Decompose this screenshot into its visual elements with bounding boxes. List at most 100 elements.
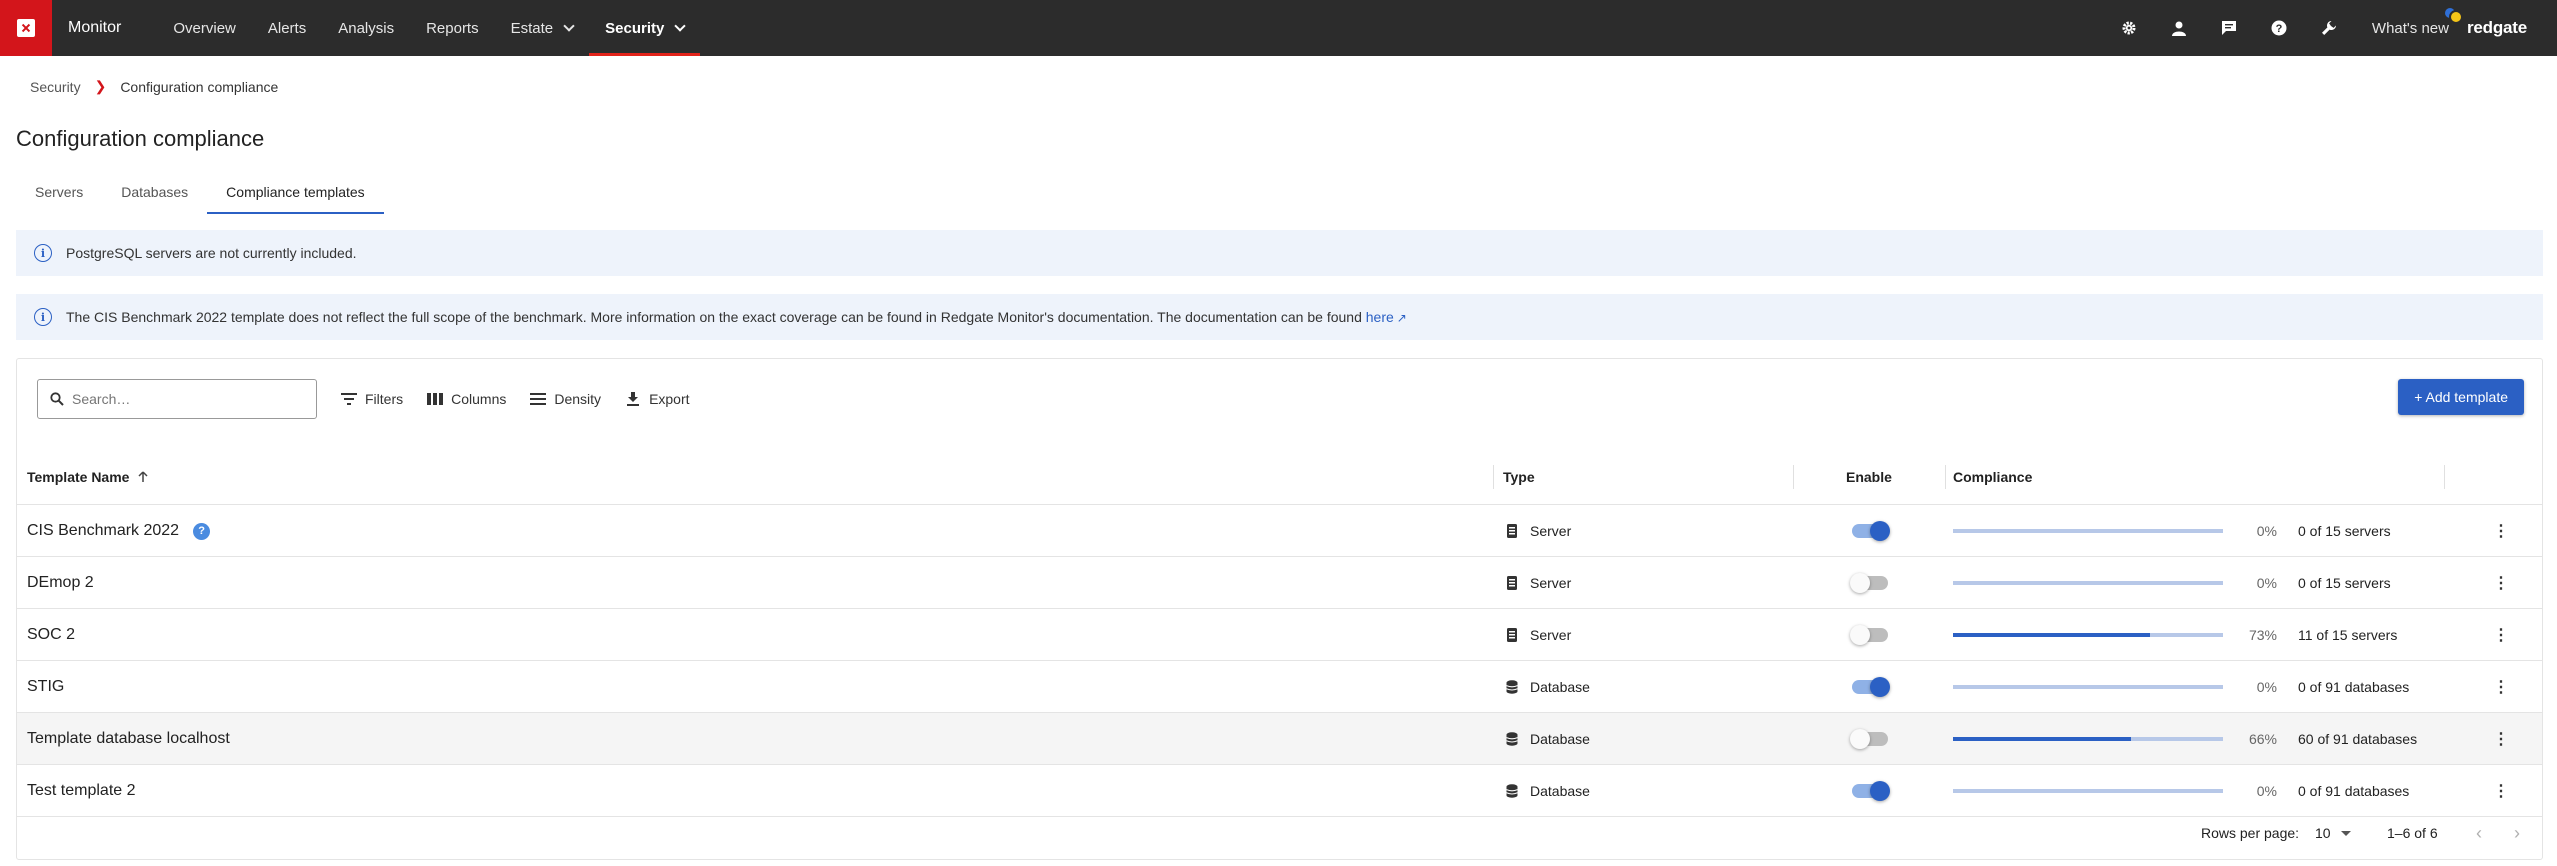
enable-toggle[interactable] bbox=[1850, 573, 1888, 593]
tab-compliance-templates[interactable]: Compliance templates bbox=[207, 172, 384, 214]
chat-icon[interactable] bbox=[2204, 0, 2254, 56]
compliance-progress-bar bbox=[1953, 737, 2223, 741]
column-separator[interactable] bbox=[1793, 465, 1794, 489]
type-cell: Server bbox=[1506, 557, 1571, 609]
row-actions-menu-icon[interactable]: ⋮ bbox=[2493, 557, 2509, 609]
user-icon[interactable] bbox=[2154, 0, 2204, 56]
compliance-progress-bar bbox=[1953, 581, 2223, 585]
template-name[interactable]: Test template 2 bbox=[27, 782, 136, 800]
info-icon: i bbox=[34, 308, 52, 326]
previous-page-icon[interactable]: ‹ bbox=[2476, 807, 2482, 859]
toggle-knob bbox=[1870, 677, 1890, 697]
template-name[interactable]: Template database localhost bbox=[27, 730, 230, 748]
columns-button[interactable]: Columns bbox=[427, 391, 506, 407]
tab-bar: Servers Databases Compliance templates bbox=[16, 172, 384, 214]
add-template-button[interactable]: + Add template bbox=[2398, 379, 2524, 415]
enable-cell bbox=[1850, 713, 1888, 765]
table-row[interactable]: DEmop 2 Server 0% 0 of 15 servers ⋮ bbox=[17, 557, 2542, 609]
postgres-alert-text: PostgreSQL servers are not currently inc… bbox=[66, 245, 357, 261]
type-label: Database bbox=[1530, 731, 1590, 747]
database-icon bbox=[1506, 680, 1518, 694]
enable-toggle[interactable] bbox=[1850, 729, 1888, 749]
density-button[interactable]: Density bbox=[530, 391, 601, 407]
breadcrumb-security[interactable]: Security bbox=[30, 79, 81, 95]
row-actions-menu-icon[interactable]: ⋮ bbox=[2493, 713, 2509, 765]
enable-toggle[interactable] bbox=[1850, 625, 1888, 645]
nav-overview[interactable]: Overview bbox=[157, 0, 252, 56]
search-input[interactable] bbox=[72, 391, 292, 407]
row-actions-menu-icon[interactable]: ⋮ bbox=[2493, 505, 2509, 557]
sort-ascending-icon[interactable] bbox=[137, 471, 149, 483]
compliance-progress-fill bbox=[1953, 737, 2132, 741]
type-label: Server bbox=[1530, 523, 1572, 539]
nav-estate[interactable]: Estate bbox=[495, 0, 590, 56]
nav-reports[interactable]: Reports bbox=[410, 0, 495, 56]
column-separator[interactable] bbox=[1493, 465, 1494, 489]
cis-alert-text: The CIS Benchmark 2022 template does not… bbox=[66, 309, 1407, 325]
export-button[interactable]: Export bbox=[625, 391, 690, 407]
search-icon bbox=[50, 392, 64, 406]
cis-alert-body: The CIS Benchmark 2022 template does not… bbox=[66, 309, 1366, 325]
table-row[interactable]: CIS Benchmark 2022? Server 0% 0 of 15 serve… bbox=[17, 505, 2542, 557]
type-cell: Database bbox=[1506, 713, 1590, 765]
header-type[interactable]: Type bbox=[1503, 449, 1535, 505]
nav-alerts[interactable]: Alerts bbox=[252, 0, 322, 56]
table-row[interactable]: Template database localhost Database 66% 60… bbox=[17, 713, 2542, 765]
nav-estate-label: Estate bbox=[510, 19, 554, 37]
table-row[interactable]: SOC 2 Server 73% 11 of 15 servers ⋮ bbox=[17, 609, 2542, 661]
next-page-icon[interactable]: › bbox=[2514, 807, 2520, 859]
template-name-cell: DEmop 2 bbox=[27, 557, 94, 609]
export-label: Export bbox=[649, 391, 690, 407]
database-icon bbox=[1506, 784, 1518, 798]
template-name[interactable]: CIS Benchmark 2022 bbox=[27, 522, 179, 540]
column-separator[interactable] bbox=[2444, 465, 2445, 489]
whats-new-link[interactable]: What's new bbox=[2372, 7, 2463, 37]
template-name[interactable]: STIG bbox=[27, 678, 64, 696]
template-name[interactable]: DEmop 2 bbox=[27, 574, 94, 592]
help-icon[interactable]: ? bbox=[193, 522, 211, 540]
type-cell: Database bbox=[1506, 661, 1590, 713]
search-box[interactable] bbox=[37, 379, 317, 419]
server-icon bbox=[1506, 576, 1518, 590]
header-template-name[interactable]: Template Name bbox=[27, 449, 149, 505]
top-nav-bar: Monitor Overview Alerts Analysis Reports… bbox=[0, 0, 2557, 56]
gear-icon[interactable] bbox=[2104, 0, 2154, 56]
column-separator[interactable] bbox=[1945, 465, 1946, 489]
help-icon[interactable]: ? bbox=[2254, 0, 2304, 56]
row-actions-menu-icon[interactable]: ⋮ bbox=[2493, 609, 2509, 661]
documentation-link[interactable]: here bbox=[1366, 309, 1394, 325]
tab-databases[interactable]: Databases bbox=[102, 172, 207, 212]
wrench-icon[interactable] bbox=[2304, 0, 2354, 56]
template-name-cell: Template database localhost bbox=[27, 713, 230, 765]
template-name[interactable]: SOC 2 bbox=[27, 626, 75, 644]
toggle-knob bbox=[1850, 625, 1870, 645]
external-link-icon[interactable]: ↗ bbox=[1397, 311, 1407, 325]
template-name-cell: SOC 2 bbox=[27, 609, 75, 661]
app-name[interactable]: Monitor bbox=[68, 19, 121, 37]
columns-label: Columns bbox=[451, 391, 507, 407]
compliance-percent: 0% bbox=[2256, 575, 2277, 591]
enable-cell bbox=[1852, 661, 1890, 713]
header-enable[interactable]: Enable bbox=[1846, 449, 1892, 505]
enable-cell bbox=[1850, 609, 1888, 661]
enable-toggle[interactable] bbox=[1852, 521, 1890, 541]
table-row[interactable]: STIG Database 0% 0 of 91 databases ⋮ bbox=[17, 661, 2542, 713]
server-icon bbox=[1506, 524, 1518, 538]
redgate-logo-icon[interactable] bbox=[0, 0, 52, 56]
info-icon: i bbox=[34, 244, 52, 262]
nav-security[interactable]: Security bbox=[589, 0, 701, 56]
row-actions-menu-icon[interactable]: ⋮ bbox=[2493, 661, 2509, 713]
tab-servers[interactable]: Servers bbox=[16, 172, 102, 212]
compliance-summary: 0 of 15 servers bbox=[2298, 575, 2391, 591]
header-compliance[interactable]: Compliance bbox=[1953, 449, 2032, 505]
enable-toggle[interactable] bbox=[1852, 677, 1890, 697]
enable-toggle[interactable] bbox=[1852, 781, 1890, 801]
rows-per-page-select[interactable]: 10 bbox=[2315, 807, 2351, 859]
page-title: Configuration compliance bbox=[16, 126, 265, 151]
compliance-progress-bar bbox=[1953, 685, 2223, 689]
nav-security-label: Security bbox=[605, 19, 665, 37]
nav-analysis[interactable]: Analysis bbox=[322, 0, 410, 56]
header-template-name-label: Template Name bbox=[27, 469, 130, 485]
table-header: Template Name Type Enable Compliance bbox=[17, 449, 2542, 505]
filters-button[interactable]: Filters bbox=[341, 391, 403, 407]
